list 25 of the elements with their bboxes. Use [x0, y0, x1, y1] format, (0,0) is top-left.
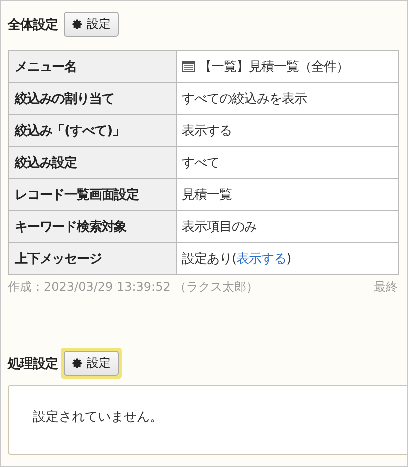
table-cell: 見積一覧 [182, 188, 232, 202]
footer-text: 最終 [374, 279, 398, 296]
row-label: 絞込みの割り当て [8, 82, 176, 114]
row-label: 絞込み「(すべて)」 [8, 114, 176, 146]
row-label: 絞込み設定 [8, 146, 176, 178]
empty-message: 設定されていません。 [33, 410, 163, 425]
row-label: レコード一覧画面設定 [8, 178, 176, 210]
row-label: キーワード検索対象 [8, 210, 176, 242]
table-cell: 表示項目のみ [182, 220, 257, 234]
gear-icon [72, 19, 83, 30]
row-label: メニュー名 [8, 50, 176, 82]
settings-button[interactable]: 設定 [64, 351, 119, 376]
row-label: 上下メッセージ [8, 242, 176, 274]
show-link[interactable]: 表示する [236, 252, 287, 266]
table-cell: すべて [182, 156, 220, 170]
gear-icon [72, 358, 83, 369]
table-cell: すべての絞込みを表示 [182, 92, 307, 106]
footer-text: 作成：2023/03/29 13:39:52 （ラクス太郎） [8, 279, 259, 296]
table-cell-text: 設定あり(表示する) [182, 250, 292, 268]
list-icon [182, 61, 195, 72]
section-title: 全体設定 [8, 16, 58, 34]
table-cell-text: 【一覧】見積一覧（全件） [199, 58, 349, 76]
settings-button[interactable]: 設定 [64, 12, 119, 37]
table-cell: 表示する [182, 124, 232, 138]
section-title: 処理設定 [8, 356, 58, 372]
